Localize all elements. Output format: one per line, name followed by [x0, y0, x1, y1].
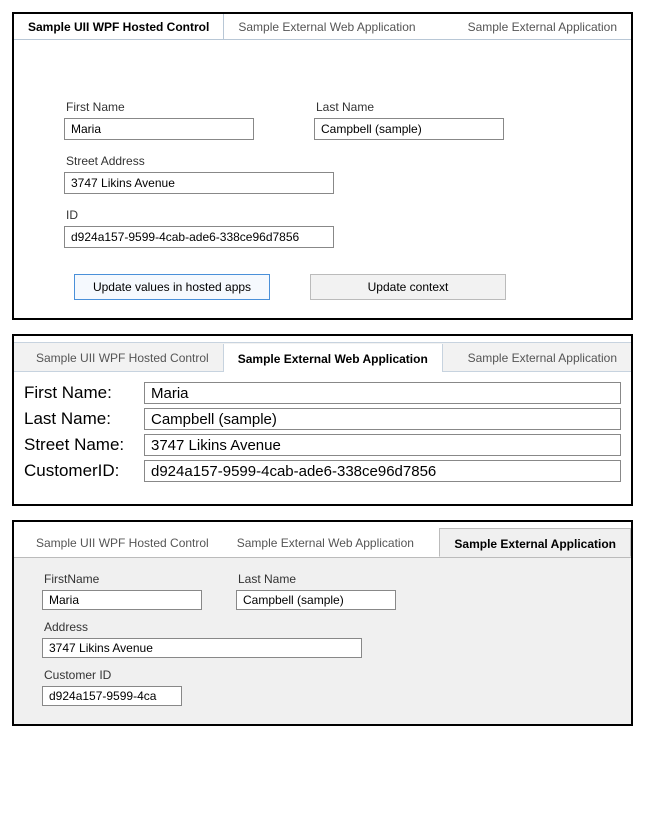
first-name-input[interactable] — [144, 382, 621, 404]
update-context-button[interactable]: Update context — [310, 274, 506, 300]
last-name-input[interactable] — [144, 408, 621, 430]
customer-id-input[interactable] — [144, 460, 621, 482]
external-web-application-panel: Sample UII WPF Hosted Control Sample Ext… — [12, 334, 633, 506]
street-name-input[interactable] — [144, 434, 621, 456]
wpf-body: First Name Last Name Street Address ID U… — [14, 40, 631, 318]
last-name-label: Last Name — [314, 100, 504, 114]
first-name-label: FirstName — [42, 572, 202, 586]
address-input[interactable] — [42, 638, 362, 658]
first-name-input[interactable] — [64, 118, 254, 140]
street-label: Street Address — [64, 154, 581, 168]
tab-wpf[interactable]: Sample UII WPF Hosted Control — [22, 528, 223, 557]
customer-id-input[interactable] — [42, 686, 182, 706]
tab-ext[interactable]: Sample External Application — [454, 343, 631, 371]
update-hosted-apps-button[interactable]: Update values in hosted apps — [74, 274, 270, 300]
street-input[interactable] — [64, 172, 334, 194]
street-name-label: Street Name: — [24, 435, 144, 455]
last-name-label: Last Name — [236, 572, 396, 586]
web-body: First Name: Last Name: Street Name: Cust… — [14, 372, 631, 504]
tab-web[interactable]: Sample External Web Application — [223, 344, 443, 372]
tab-ext[interactable]: Sample External Application — [454, 14, 631, 39]
first-name-label: First Name: — [24, 383, 144, 403]
id-input[interactable] — [64, 226, 334, 248]
tabbar-1: Sample UII WPF Hosted Control Sample Ext… — [14, 14, 631, 40]
tab-wpf[interactable]: Sample UII WPF Hosted Control — [22, 343, 223, 371]
first-name-label: First Name — [64, 100, 254, 114]
external-application-panel: Sample UII WPF Hosted Control Sample Ext… — [12, 520, 633, 726]
wpf-hosted-control-panel: Sample UII WPF Hosted Control Sample Ext… — [12, 12, 633, 320]
customer-id-label: Customer ID — [42, 668, 603, 682]
tab-web[interactable]: Sample External Web Application — [224, 14, 429, 39]
last-name-label: Last Name: — [24, 409, 144, 429]
id-label: ID — [64, 208, 581, 222]
last-name-input[interactable] — [314, 118, 504, 140]
first-name-input[interactable] — [42, 590, 202, 610]
tab-wpf[interactable]: Sample UII WPF Hosted Control — [14, 14, 224, 39]
tab-ext[interactable]: Sample External Application — [439, 528, 631, 557]
tab-web[interactable]: Sample External Web Application — [223, 528, 428, 557]
address-label: Address — [42, 620, 603, 634]
customer-id-label: CustomerID: — [24, 461, 144, 481]
tabbar-3: Sample UII WPF Hosted Control Sample Ext… — [14, 528, 631, 558]
ext-body: FirstName Last Name Address Customer ID — [14, 558, 631, 724]
last-name-input[interactable] — [236, 590, 396, 610]
tabbar-2: Sample UII WPF Hosted Control Sample Ext… — [14, 342, 631, 372]
